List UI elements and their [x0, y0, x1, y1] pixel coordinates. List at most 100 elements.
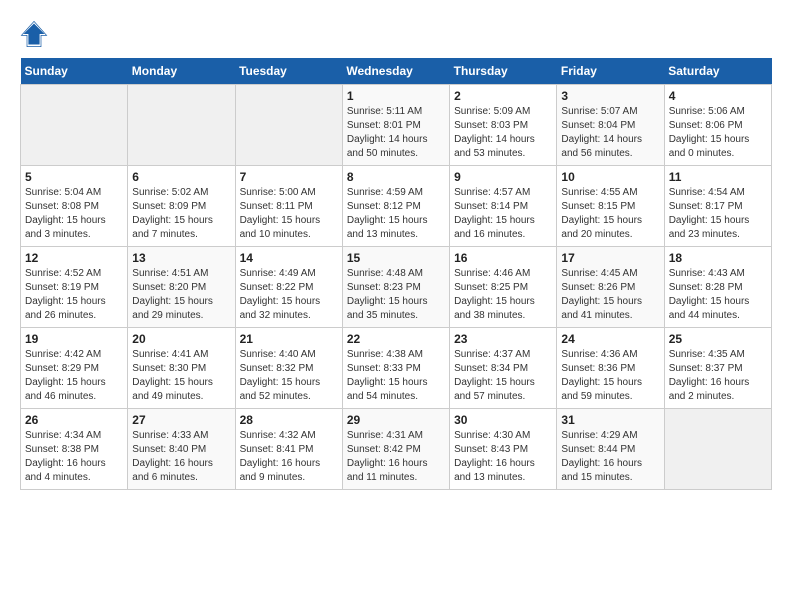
- day-number: 3: [561, 89, 659, 103]
- calendar-cell: 19Sunrise: 4:42 AM Sunset: 8:29 PM Dayli…: [21, 328, 128, 409]
- calendar-cell: 22 Sunrise: 4:38 AM Sunset: 8:33 PM Dayli…: [342, 328, 449, 409]
- calendar-cell: 11Sunrise: 4:54 AM Sunset: 8:17 PM Dayli…: [664, 166, 771, 247]
- day-number: 20: [132, 332, 230, 346]
- day-info: Sunrise: 4:32 AM Sunset: 8:41 PM Dayligh…: [240, 429, 338, 485]
- day-number: 30: [454, 413, 552, 427]
- calendar-week-row: 1 Sunrise: 5:11 AM Sunset: 8:01 PM Daylig…: [21, 85, 772, 166]
- calendar-cell: 28Sunrise: 4:32 AM Sunset: 8:41 PM Dayli…: [235, 409, 342, 490]
- day-info: Sunrise: 4:29 AM Sunset: 8:44 PM Dayligh…: [561, 429, 659, 485]
- day-of-week-header: Saturday: [664, 58, 771, 85]
- day-info: Sunrise: 5:09 AM Sunset: 8:03 PM Dayligh…: [454, 105, 552, 161]
- calendar-cell: 24 Sunrise: 4:36 AM Sunset: 8:36 PM Dayli…: [557, 328, 664, 409]
- day-info: Sunrise: 4:41 AM Sunset: 8:30 PM Dayligh…: [132, 348, 230, 404]
- day-of-week-header: Thursday: [450, 58, 557, 85]
- day-number: 21: [240, 332, 338, 346]
- day-info: Sunrise: 4:59 AM Sunset: 8:12 PM Dayligh…: [347, 186, 445, 242]
- day-of-week-header: Wednesday: [342, 58, 449, 85]
- logo: [20, 20, 52, 48]
- day-number: 12: [25, 251, 123, 265]
- day-info: Sunrise: 4:45 AM Sunset: 8:26 PM Dayligh…: [561, 267, 659, 323]
- day-of-week-header: Tuesday: [235, 58, 342, 85]
- day-number: 17: [561, 251, 659, 265]
- calendar-cell: 14Sunrise: 4:49 AM Sunset: 8:22 PM Dayli…: [235, 247, 342, 328]
- calendar-cell: [128, 85, 235, 166]
- calendar-header-row: SundayMondayTuesdayWednesdayThursdayFrid…: [21, 58, 772, 85]
- calendar-week-row: 26 Sunrise: 4:34 AM Sunset: 8:38 PM Dayli…: [21, 409, 772, 490]
- calendar-cell: 5 Sunrise: 5:04 AM Sunset: 8:08 PM Daylig…: [21, 166, 128, 247]
- day-info: Sunrise: 4:46 AM Sunset: 8:25 PM Dayligh…: [454, 267, 552, 323]
- day-info: Sunrise: 5:02 AM Sunset: 8:09 PM Dayligh…: [132, 186, 230, 242]
- calendar-cell: 18Sunrise: 4:43 AM Sunset: 8:28 PM Dayli…: [664, 247, 771, 328]
- calendar-cell: 7 Sunrise: 5:00 AM Sunset: 8:11 PM Daylig…: [235, 166, 342, 247]
- calendar-cell: 23 Sunrise: 4:37 AM Sunset: 8:34 PM Dayli…: [450, 328, 557, 409]
- day-info: Sunrise: 4:38 AM Sunset: 8:33 PM Dayligh…: [347, 348, 445, 404]
- day-number: 9: [454, 170, 552, 184]
- day-info: Sunrise: 4:40 AM Sunset: 8:32 PM Dayligh…: [240, 348, 338, 404]
- day-info: Sunrise: 5:04 AM Sunset: 8:08 PM Dayligh…: [25, 186, 123, 242]
- day-number: 24: [561, 332, 659, 346]
- calendar-week-row: 5 Sunrise: 5:04 AM Sunset: 8:08 PM Daylig…: [21, 166, 772, 247]
- calendar-cell: 10 Sunrise: 4:55 AM Sunset: 8:15 PM Dayli…: [557, 166, 664, 247]
- day-info: Sunrise: 4:48 AM Sunset: 8:23 PM Dayligh…: [347, 267, 445, 323]
- calendar-cell: [21, 85, 128, 166]
- calendar-cell: 13 Sunrise: 4:51 AM Sunset: 8:20 PM Dayli…: [128, 247, 235, 328]
- day-number: 6: [132, 170, 230, 184]
- calendar-table: SundayMondayTuesdayWednesdayThursdayFrid…: [20, 58, 772, 490]
- day-of-week-header: Monday: [128, 58, 235, 85]
- calendar-cell: 1 Sunrise: 5:11 AM Sunset: 8:01 PM Daylig…: [342, 85, 449, 166]
- day-number: 5: [25, 170, 123, 184]
- calendar-cell: 27 Sunrise: 4:33 AM Sunset: 8:40 PM Dayli…: [128, 409, 235, 490]
- calendar-cell: 9 Sunrise: 4:57 AM Sunset: 8:14 PM Daylig…: [450, 166, 557, 247]
- day-info: Sunrise: 4:57 AM Sunset: 8:14 PM Dayligh…: [454, 186, 552, 242]
- day-number: 14: [240, 251, 338, 265]
- day-info: Sunrise: 4:55 AM Sunset: 8:15 PM Dayligh…: [561, 186, 659, 242]
- calendar-cell: 29 Sunrise: 4:31 AM Sunset: 8:42 PM Dayli…: [342, 409, 449, 490]
- day-number: 7: [240, 170, 338, 184]
- calendar-cell: 17 Sunrise: 4:45 AM Sunset: 8:26 PM Dayli…: [557, 247, 664, 328]
- day-info: Sunrise: 4:34 AM Sunset: 8:38 PM Dayligh…: [25, 429, 123, 485]
- day-info: Sunrise: 5:00 AM Sunset: 8:11 PM Dayligh…: [240, 186, 338, 242]
- calendar-cell: 26 Sunrise: 4:34 AM Sunset: 8:38 PM Dayli…: [21, 409, 128, 490]
- day-number: 8: [347, 170, 445, 184]
- calendar-cell: 16Sunrise: 4:46 AM Sunset: 8:25 PM Dayli…: [450, 247, 557, 328]
- day-number: 23: [454, 332, 552, 346]
- calendar-cell: 30 Sunrise: 4:30 AM Sunset: 8:43 PM Dayli…: [450, 409, 557, 490]
- day-info: Sunrise: 4:35 AM Sunset: 8:37 PM Dayligh…: [669, 348, 767, 404]
- logo-icon: [20, 20, 48, 48]
- day-number: 29: [347, 413, 445, 427]
- calendar-cell: [235, 85, 342, 166]
- day-info: Sunrise: 4:30 AM Sunset: 8:43 PM Dayligh…: [454, 429, 552, 485]
- day-info: Sunrise: 4:33 AM Sunset: 8:40 PM Dayligh…: [132, 429, 230, 485]
- day-number: 26: [25, 413, 123, 427]
- day-info: Sunrise: 4:37 AM Sunset: 8:34 PM Dayligh…: [454, 348, 552, 404]
- calendar-cell: [664, 409, 771, 490]
- day-number: 25: [669, 332, 767, 346]
- day-info: Sunrise: 4:31 AM Sunset: 8:42 PM Dayligh…: [347, 429, 445, 485]
- calendar-cell: 31 Sunrise: 4:29 AM Sunset: 8:44 PM Dayli…: [557, 409, 664, 490]
- day-number: 15: [347, 251, 445, 265]
- page-header: [20, 20, 772, 48]
- day-number: 1: [347, 89, 445, 103]
- calendar-cell: 2 Sunrise: 5:09 AM Sunset: 8:03 PM Daylig…: [450, 85, 557, 166]
- day-of-week-header: Friday: [557, 58, 664, 85]
- day-number: 22: [347, 332, 445, 346]
- calendar-cell: 4Sunrise: 5:06 AM Sunset: 8:06 PM Daylig…: [664, 85, 771, 166]
- calendar-week-row: 19Sunrise: 4:42 AM Sunset: 8:29 PM Dayli…: [21, 328, 772, 409]
- day-number: 10: [561, 170, 659, 184]
- day-info: Sunrise: 5:11 AM Sunset: 8:01 PM Dayligh…: [347, 105, 445, 161]
- day-of-week-header: Sunday: [21, 58, 128, 85]
- day-number: 2: [454, 89, 552, 103]
- day-number: 18: [669, 251, 767, 265]
- day-number: 31: [561, 413, 659, 427]
- calendar-cell: 20 Sunrise: 4:41 AM Sunset: 8:30 PM Dayli…: [128, 328, 235, 409]
- calendar-cell: 21 Sunrise: 4:40 AM Sunset: 8:32 PM Dayli…: [235, 328, 342, 409]
- day-info: Sunrise: 4:36 AM Sunset: 8:36 PM Dayligh…: [561, 348, 659, 404]
- day-info: Sunrise: 5:07 AM Sunset: 8:04 PM Dayligh…: [561, 105, 659, 161]
- calendar-cell: 8 Sunrise: 4:59 AM Sunset: 8:12 PM Daylig…: [342, 166, 449, 247]
- day-number: 27: [132, 413, 230, 427]
- day-info: Sunrise: 4:51 AM Sunset: 8:20 PM Dayligh…: [132, 267, 230, 323]
- day-number: 13: [132, 251, 230, 265]
- calendar-cell: 3 Sunrise: 5:07 AM Sunset: 8:04 PM Daylig…: [557, 85, 664, 166]
- day-number: 4: [669, 89, 767, 103]
- day-info: Sunrise: 4:54 AM Sunset: 8:17 PM Dayligh…: [669, 186, 767, 242]
